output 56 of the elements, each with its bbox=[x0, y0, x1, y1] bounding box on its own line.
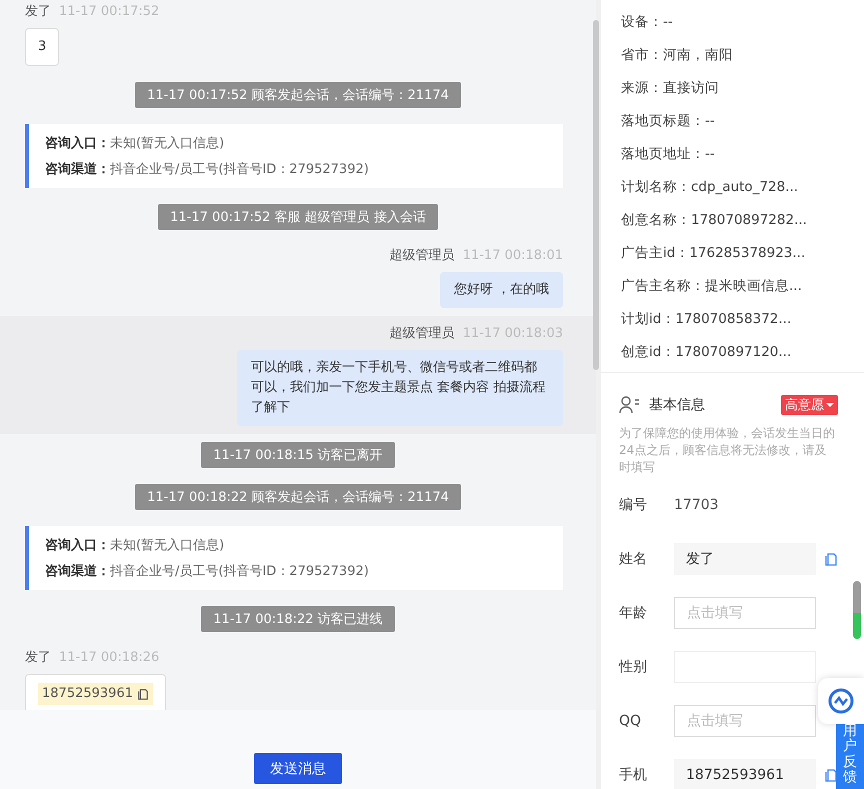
copy-icon[interactable] bbox=[136, 688, 149, 700]
source-info-line: 咨询渠道：抖音企业号/员工号(抖音号ID：279527392) bbox=[45, 160, 370, 178]
system-notice: 11-17 00:18:22 访客已进线 bbox=[201, 606, 395, 632]
sender-name: 超级管理员 bbox=[390, 247, 455, 264]
notice-text: 为了保障您的使用体验，会话发生当日的24点之后，顾客信息将无法修改，请及时填写 bbox=[619, 425, 836, 476]
field-value[interactable]: 发了 bbox=[674, 543, 816, 575]
field-label: 年龄 bbox=[619, 604, 648, 622]
source-info-line: 咨询渠道：抖音企业号/员工号(抖音号ID：279527392) bbox=[45, 562, 370, 580]
feedback-tab[interactable]: 用户反馈 bbox=[836, 724, 864, 789]
message-time: 11-17 00:18:26 bbox=[59, 650, 160, 665]
sender-name: 超级管理员 bbox=[390, 325, 455, 342]
section-title: 基本信息 bbox=[649, 396, 705, 414]
field-value: 17703 bbox=[674, 497, 719, 513]
intent-dropdown[interactable]: 高意愿 bbox=[781, 395, 838, 415]
visitor-info-line: 落地页地址：-- bbox=[621, 145, 716, 164]
visitor-info-line: 来源：直接访问 bbox=[621, 79, 720, 98]
assistant-button[interactable] bbox=[818, 678, 864, 724]
copy-icon[interactable] bbox=[824, 768, 838, 782]
field-label: QQ bbox=[619, 713, 642, 729]
system-notice: 11-17 00:17:52 客服 超级管理员 接入会话 bbox=[158, 204, 438, 230]
field-label: 手机 bbox=[619, 766, 648, 784]
sender-name: 发了 bbox=[25, 649, 51, 666]
scroll-indicator bbox=[853, 581, 861, 639]
send-button[interactable]: 发送消息 bbox=[254, 753, 342, 784]
message-bubble: 3 bbox=[25, 28, 60, 66]
input-field[interactable]: 点击填写 bbox=[674, 597, 816, 629]
message-bubble: 您好呀 ，在的哦 bbox=[440, 272, 563, 308]
message-time: 11-17 00:17:52 bbox=[59, 4, 160, 19]
user-list-icon bbox=[619, 396, 641, 414]
visitor-info-line: 省市：河南，南阳 bbox=[621, 46, 734, 65]
system-notice: 11-17 00:17:52 顾客发起会话，会话编号：21174 bbox=[135, 82, 461, 108]
source-info-line: 咨询入口：未知(暂无入口信息) bbox=[45, 134, 226, 152]
copy-icon[interactable] bbox=[824, 552, 838, 566]
phone-number: 18752593961 bbox=[42, 685, 133, 703]
message-bubble: 可以的哦，亲发一下手机号、微信号或者二维码都可以，我们加一下您发主题景点 套餐内容 拍摄流程了解下 bbox=[237, 350, 563, 426]
system-notice: 11-17 00:18:22 顾客发起会话，会话编号：21174 bbox=[135, 484, 461, 510]
visitor-info-line: 设备：-- bbox=[621, 13, 674, 32]
sender-name: 发了 bbox=[25, 3, 51, 20]
visitor-info-line: 落地页标题：-- bbox=[621, 112, 716, 131]
visitor-info-line: 创意名称：178070897282... bbox=[621, 211, 808, 230]
field-label: 编号 bbox=[619, 496, 648, 514]
message-time: 11-17 00:18:01 bbox=[462, 248, 563, 263]
field-value[interactable]: 18752593961 bbox=[674, 759, 816, 789]
visitor-info-line: 计划名称：cdp_auto_728... bbox=[621, 178, 800, 197]
input-field[interactable]: 点击填写 bbox=[674, 705, 816, 737]
visitor-info-line: 计划id：178070858372... bbox=[621, 310, 792, 329]
caret-icon bbox=[826, 402, 834, 408]
visitor-info-line: 广告主名称：提米映画信息... bbox=[621, 277, 803, 296]
system-notice: 11-17 00:18:15 访客已离开 bbox=[201, 442, 395, 468]
scrollbar[interactable] bbox=[593, 20, 599, 370]
field-label: 性别 bbox=[619, 658, 648, 676]
visitor-info-line: 创意id：178070897120... bbox=[621, 343, 792, 362]
source-info-line: 咨询入口：未知(暂无入口信息) bbox=[45, 536, 226, 554]
visitor-info-line: 广告主id：176285378923... bbox=[621, 244, 806, 263]
logo-icon bbox=[828, 688, 854, 714]
field-label: 姓名 bbox=[619, 550, 648, 568]
